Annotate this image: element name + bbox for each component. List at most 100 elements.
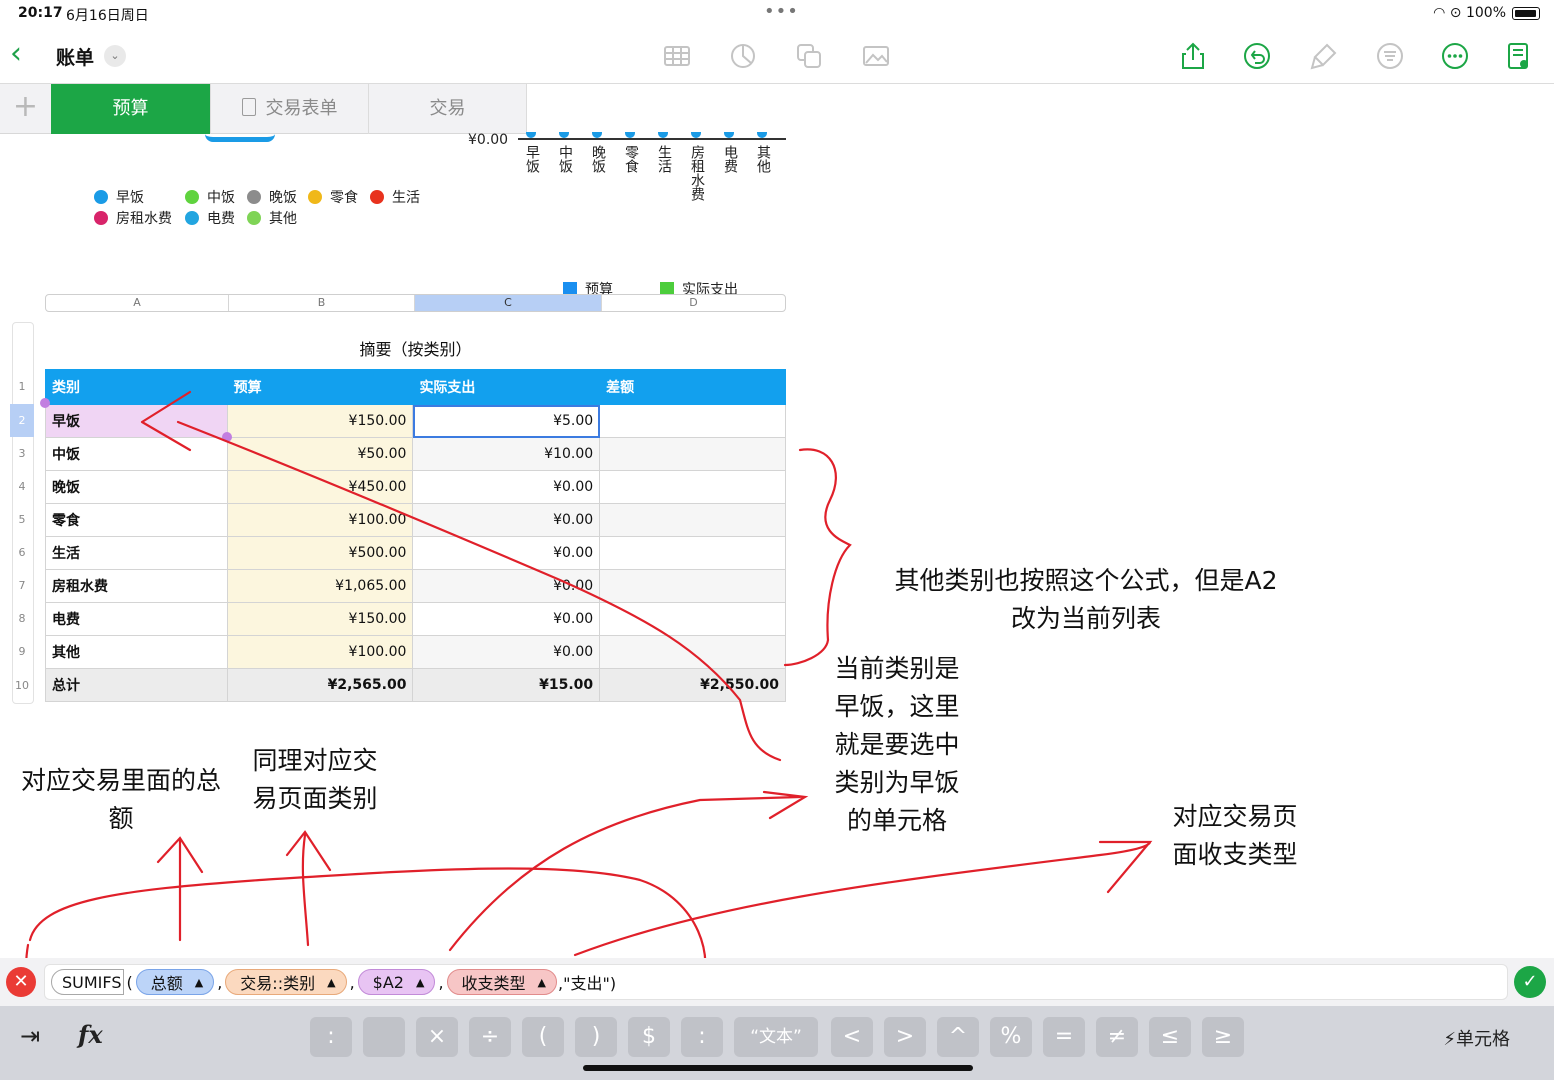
operator-key[interactable]: % — [990, 1017, 1032, 1057]
actual-cell[interactable]: ¥0.00 — [412, 602, 601, 636]
category-cell[interactable]: 生活 — [45, 536, 228, 570]
formula-literal[interactable]: ,"支出") — [558, 970, 616, 994]
row-header[interactable]: 8 — [10, 602, 34, 635]
budget-cell[interactable]: ¥100.00 — [226, 635, 414, 669]
budget-cell[interactable]: ¥1,065.00 — [226, 569, 414, 603]
category-cell[interactable]: 早饭 — [45, 404, 228, 438]
pie-chart-fragment[interactable] — [205, 134, 275, 142]
actual-cell[interactable]: ¥5.00 — [412, 404, 601, 438]
title-menu-chevron-icon[interactable]: ⌄ — [104, 45, 126, 67]
category-cell[interactable]: 晚饭 — [45, 470, 228, 504]
category-cell[interactable]: 零食 — [45, 503, 228, 537]
row-header[interactable]: 2 — [10, 404, 34, 437]
actual-cell[interactable]: ¥0.00 — [412, 635, 601, 669]
formula-token-a2[interactable]: $A2 ▲ — [357, 969, 436, 995]
insert-media-icon[interactable] — [860, 40, 892, 72]
add-sheet-icon[interactable]: + — [0, 84, 51, 134]
operator-key[interactable]: > — [884, 1017, 926, 1057]
row-header[interactable]: 7 — [10, 569, 34, 602]
operator-key[interactable]: × — [416, 1017, 458, 1057]
formula-token-total[interactable]: 总额 ▲ — [135, 969, 215, 995]
operator-key[interactable]: ≤ — [1149, 1017, 1191, 1057]
actual-cell[interactable]: ¥10.00 — [412, 437, 601, 471]
cell-mode-button[interactable]: ⚡单元格 — [1443, 1025, 1510, 1051]
header-budget[interactable]: 预算 — [226, 369, 414, 405]
column-header-d[interactable]: D — [601, 295, 785, 311]
operator-key[interactable]: < — [831, 1017, 873, 1057]
format-brush-icon[interactable] — [1308, 40, 1340, 72]
operator-key[interactable]: : — [681, 1017, 723, 1057]
row-header[interactable]: 3 — [10, 437, 34, 470]
function-browser-icon[interactable]: fx — [78, 1020, 103, 1049]
undo-icon[interactable] — [1241, 40, 1273, 72]
formula-input[interactable]: SUMIFS( 总额 ▲, 交易::类别 ▲, $A2 ▲, 收支类型 ▲ ,"支出") — [44, 964, 1508, 1000]
difference-cell[interactable] — [599, 404, 786, 438]
difference-cell[interactable] — [599, 470, 786, 504]
header-category[interactable]: 类别 — [45, 369, 228, 405]
operator-key[interactable]: = — [1043, 1017, 1085, 1057]
column-header-b[interactable]: B — [228, 295, 414, 311]
actual-cell[interactable]: ¥0.00 — [412, 503, 601, 537]
budget-cell[interactable]: ¥150.00 — [226, 404, 414, 438]
selection-handle-bottom[interactable] — [222, 432, 232, 442]
organize-icon[interactable] — [1374, 40, 1406, 72]
category-cell[interactable]: 其他 — [45, 635, 228, 669]
operator-key[interactable]: “文本” — [734, 1017, 818, 1057]
operator-key[interactable]: ≠ — [1096, 1017, 1138, 1057]
budget-cell[interactable]: ¥500.00 — [226, 536, 414, 570]
operator-key[interactable]: ) — [575, 1017, 617, 1057]
document-title[interactable]: 账单 — [56, 43, 94, 70]
cancel-formula-icon[interactable]: ✕ — [6, 967, 36, 997]
accept-formula-icon[interactable]: ✓ — [1514, 966, 1546, 998]
row-header[interactable]: 5 — [10, 503, 34, 536]
category-cell[interactable]: 房租水费 — [45, 569, 228, 603]
difference-cell[interactable] — [599, 437, 786, 471]
insert-chart-icon[interactable] — [727, 40, 759, 72]
insert-table-icon[interactable] — [661, 40, 693, 72]
header-actual[interactable]: 实际支出 — [412, 369, 601, 405]
column-header-a[interactable]: A — [46, 295, 228, 311]
difference-cell[interactable] — [599, 569, 786, 603]
multitasking-dots-icon[interactable]: ••• — [764, 1, 799, 22]
operator-key[interactable]: : — [310, 1017, 352, 1057]
row-header[interactable]: 10 — [10, 668, 34, 703]
row-header[interactable]: 9 — [10, 635, 34, 668]
table-title[interactable]: 摘要（按类别） — [45, 336, 786, 360]
back-chevron-icon[interactable]: ‹ — [10, 36, 22, 71]
difference-cell[interactable] — [599, 536, 786, 570]
difference-cell[interactable] — [599, 635, 786, 669]
category-cell[interactable]: 电费 — [45, 602, 228, 636]
actual-cell[interactable]: ¥0.00 — [412, 470, 601, 504]
budget-cell[interactable]: ¥150.00 — [226, 602, 414, 636]
operator-key[interactable]: ≥ — [1202, 1017, 1244, 1057]
insert-shape-icon[interactable] — [793, 40, 825, 72]
category-cell[interactable]: 中饭 — [45, 437, 228, 471]
total-actual-cell[interactable]: ¥15.00 — [412, 668, 601, 702]
operator-key[interactable] — [363, 1017, 405, 1057]
budget-cell[interactable]: ¥50.00 — [226, 437, 414, 471]
row-header[interactable]: 4 — [10, 470, 34, 503]
total-category-cell[interactable]: 总计 — [45, 668, 228, 702]
total-budget-cell[interactable]: ¥2,565.00 — [226, 668, 414, 702]
formula-token-category[interactable]: 交易::类别 ▲ — [225, 969, 347, 995]
share-icon[interactable] — [1177, 40, 1209, 72]
document-view-icon[interactable] — [1502, 40, 1534, 72]
home-indicator[interactable] — [583, 1065, 973, 1071]
column-header-c[interactable]: C — [414, 295, 601, 311]
selection-handle-top[interactable] — [40, 398, 50, 408]
operator-key[interactable]: ( — [522, 1017, 564, 1057]
more-options-icon[interactable] — [1439, 40, 1471, 72]
actual-cell[interactable]: ¥0.00 — [412, 569, 601, 603]
header-difference[interactable]: 差额 — [599, 369, 786, 405]
row-header[interactable]: 1 — [10, 369, 34, 404]
tab-arrow-icon[interactable]: ⇥ — [20, 1022, 40, 1050]
tab-budget[interactable]: 预算 — [51, 84, 210, 134]
operator-key[interactable]: ÷ — [469, 1017, 511, 1057]
formula-token-income-type[interactable]: 收支类型 ▲ — [446, 969, 558, 995]
budget-cell[interactable]: ¥450.00 — [226, 470, 414, 504]
tab-transactions[interactable]: 交易 — [368, 84, 526, 134]
operator-key[interactable]: ^ — [937, 1017, 979, 1057]
difference-cell[interactable] — [599, 602, 786, 636]
operator-key[interactable]: $ — [628, 1017, 670, 1057]
actual-cell[interactable]: ¥0.00 — [412, 536, 601, 570]
